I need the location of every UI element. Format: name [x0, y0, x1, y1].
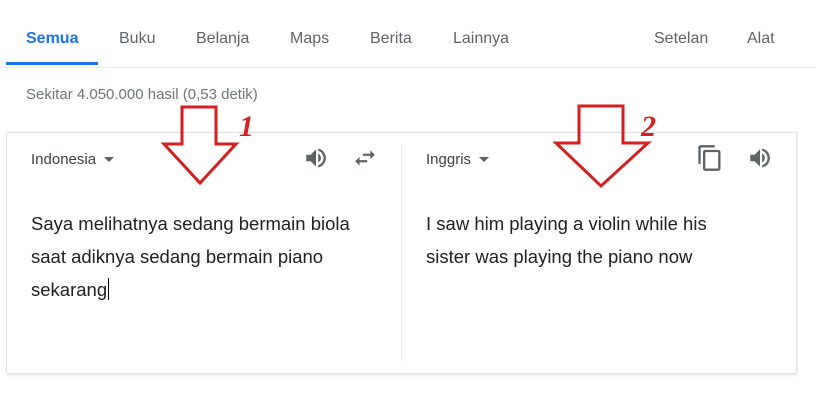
- copy-icon[interactable]: [695, 143, 725, 173]
- annotation-label-1: 1: [239, 110, 254, 143]
- translation-output: I saw him playing a violin while his sis…: [426, 207, 786, 273]
- tab-tools[interactable]: Alat: [747, 30, 775, 48]
- source-text-area[interactable]: Saya melihatnya sedang bermain biola saa…: [31, 207, 391, 306]
- source-language-select[interactable]: Indonesia: [31, 151, 115, 168]
- translate-card: Indonesia Saya melihatnya sedang bermain…: [6, 132, 797, 374]
- tab-all[interactable]: Semua: [26, 30, 78, 48]
- tab-settings[interactable]: Setelan: [654, 30, 708, 48]
- panel-divider: [401, 145, 402, 361]
- result-stats: Sekitar 4.050.000 hasil (0,53 detik): [26, 86, 258, 103]
- tab-maps[interactable]: Maps: [290, 30, 329, 48]
- tab-shopping[interactable]: Belanja: [196, 30, 249, 48]
- annotation-label-2: 2: [641, 110, 656, 143]
- tab-more[interactable]: Lainnya: [453, 30, 509, 48]
- source-language-label: Indonesia: [31, 151, 97, 168]
- target-language-select[interactable]: Inggris: [426, 151, 490, 168]
- tab-news[interactable]: Berita: [370, 30, 412, 48]
- swap-icon[interactable]: [350, 143, 380, 173]
- active-tab-indicator: [6, 62, 98, 65]
- target-text-line: sister was playing the piano now: [426, 246, 693, 267]
- annotation-arrow-2: [553, 104, 652, 189]
- text-cursor: [108, 278, 110, 300]
- search-tab-bar: Semua Buku Belanja Maps Berita Lainnya S…: [0, 0, 816, 68]
- target-text-line: I saw him playing a violin while his: [426, 213, 707, 234]
- target-language-label: Inggris: [426, 151, 472, 168]
- chevron-down-icon: [104, 157, 115, 162]
- annotation-arrow-1: [160, 105, 240, 186]
- source-speaker-icon[interactable]: [301, 143, 331, 173]
- tab-books[interactable]: Buku: [119, 30, 155, 48]
- source-text-line: sekarang: [31, 279, 108, 300]
- chevron-down-icon: [479, 157, 490, 162]
- source-text-line: saat adiknya sedang bermain piano: [31, 246, 324, 267]
- source-text-line: Saya melihatnya sedang bermain biola: [31, 213, 350, 234]
- target-speaker-icon[interactable]: [745, 143, 775, 173]
